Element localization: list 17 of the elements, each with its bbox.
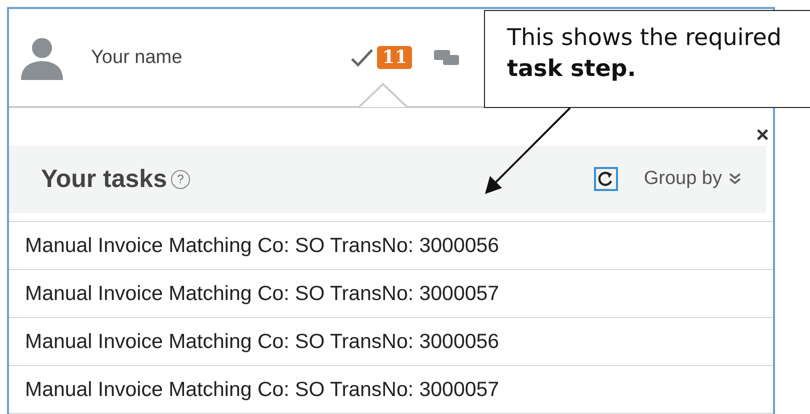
task-count-badge: 11 — [377, 46, 412, 70]
help-button[interactable]: ? — [170, 170, 190, 189]
task-item[interactable]: Manual Invoice Matching Co: SO TransNo: 3000057 — [25, 282, 500, 305]
close-button[interactable]: × — [756, 124, 769, 146]
double-chevron-icon[interactable] — [728, 172, 742, 186]
panel-title: Your tasks — [41, 164, 167, 194]
task-item[interactable]: Manual Invoice Matching Co: SO TransNo: 3000056 — [25, 234, 500, 257]
checkmark-icon[interactable] — [350, 48, 374, 68]
group-by-button[interactable]: Group by — [644, 168, 722, 190]
task-item[interactable]: Manual Invoice Matching Co: SO TransNo: 3000057 — [25, 378, 500, 401]
callout-text: This shows the required task step. — [507, 25, 782, 82]
user-name: Your name — [91, 46, 182, 69]
task-item[interactable]: Manual Invoice Matching Co: SO TransNo: 3000056 — [25, 330, 500, 353]
avatar-icon — [19, 36, 65, 80]
chat-icon[interactable] — [434, 48, 460, 68]
refresh-icon — [598, 171, 614, 188]
refresh-button[interactable] — [594, 167, 618, 192]
